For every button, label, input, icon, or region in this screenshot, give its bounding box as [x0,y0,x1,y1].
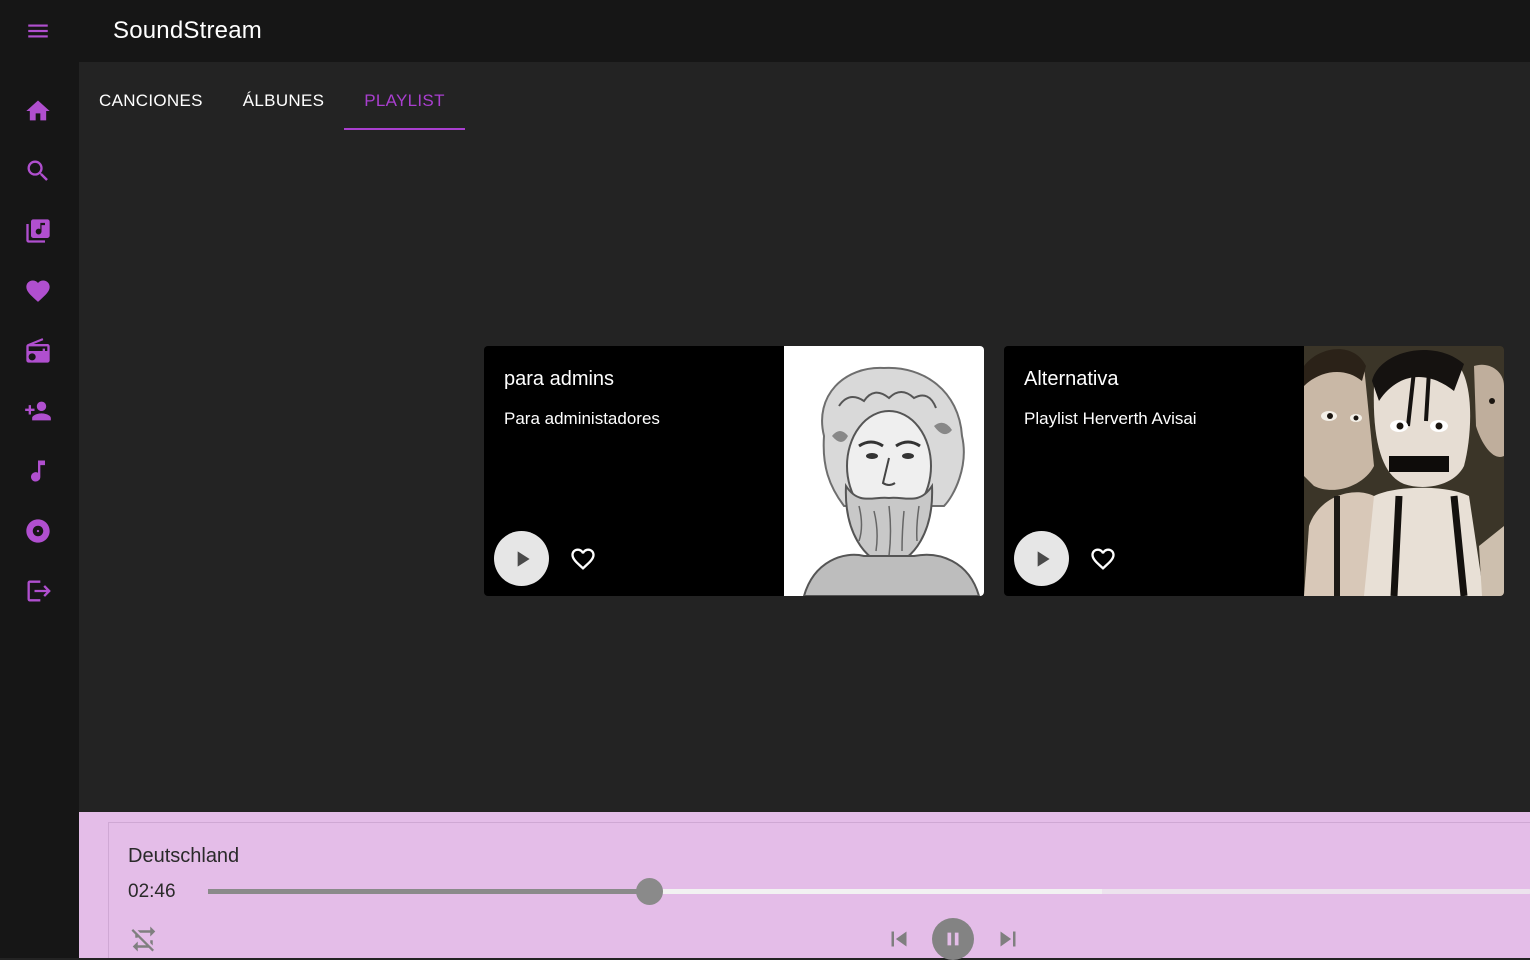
playlist-card[interactable]: Alternativa Playlist Herverth Avisai [1004,346,1504,596]
playlist-title: Alternativa [1024,368,1119,390]
heart-outline-icon [571,548,595,570]
app-title: SoundStream [113,17,262,44]
repeat-off-icon [131,926,156,952]
player-panel: Deutschland 02:46 [108,822,1530,960]
radio-icon [26,338,50,363]
menu-icon [28,24,48,38]
play-icon [517,550,530,567]
now-playing-title: Deutschland [128,845,240,867]
skip-previous-icon [891,931,907,947]
person-add-icon [25,401,51,421]
home-icon [26,100,50,121]
search-icon [27,160,48,181]
pause-button[interactable] [932,918,974,960]
nav-search[interactable] [0,141,76,201]
app-bar: SoundStream [0,0,1530,62]
playlist-subtitle: Para administadores [504,409,660,428]
progress-slider[interactable] [208,878,1530,905]
pause-icon [947,932,959,946]
favorite-playlist-button[interactable] [1088,544,1118,574]
nav-favorites[interactable] [0,261,76,321]
nav-home[interactable] [0,81,76,141]
playlist-cover-image [784,346,984,596]
side-navigation [0,62,79,958]
play-playlist-button[interactable] [1014,531,1069,586]
previous-track-button[interactable] [883,923,915,955]
tab-albunes[interactable]: ÁLBUNES [223,72,344,130]
music-player: Deutschland 02:46 [79,812,1530,960]
progress-thumb[interactable] [635,878,663,905]
playlist-cover-image [1304,346,1504,596]
favorite-playlist-button[interactable] [568,544,598,574]
library-music-icon [26,219,50,243]
tab-playlist[interactable]: PLAYLIST [344,72,465,130]
portrait-engraving-image [784,346,984,596]
logout-icon [27,580,51,602]
elapsed-time: 02:46 [128,881,176,902]
repeat-button[interactable] [128,923,160,955]
music-note-icon [31,460,45,482]
nav-add-user[interactable] [0,381,76,441]
nav-songs[interactable] [0,441,76,501]
tab-canciones[interactable]: CANCIONES [79,72,223,130]
heart-icon [26,280,50,302]
nav-logout[interactable] [0,561,76,621]
heart-outline-icon [1091,548,1115,570]
nav-radio[interactable] [0,321,76,381]
tab-bar: CANCIONES ÁLBUNES PLAYLIST [79,72,465,130]
menu-button[interactable] [0,0,76,62]
nav-library[interactable] [0,201,76,261]
nav-albums[interactable] [0,501,76,561]
next-track-button[interactable] [992,923,1024,955]
two-faces-photo-image [1304,346,1504,596]
progress-fill [208,889,649,894]
play-playlist-button[interactable] [494,531,549,586]
playlist-card[interactable]: para admins Para administadores [484,346,984,596]
playlist-title: para admins [504,368,615,390]
skip-next-icon [1000,931,1016,947]
play-icon [1037,550,1050,567]
playlist-subtitle: Playlist Herverth Avisai [1024,409,1197,428]
album-icon [26,519,50,543]
